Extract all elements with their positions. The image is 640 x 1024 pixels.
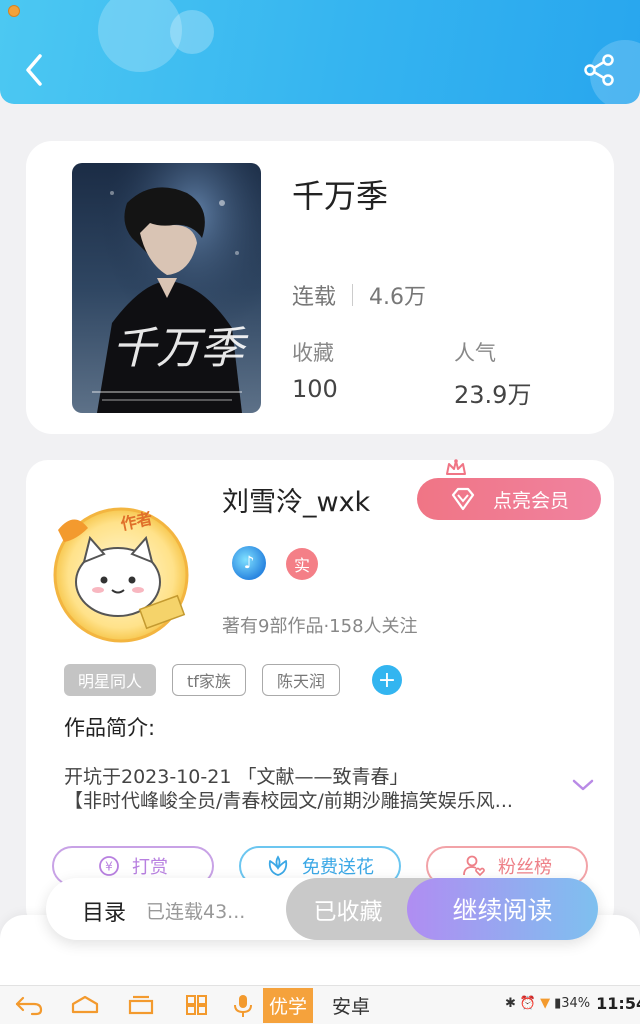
book-cover-image: 千万季 xyxy=(72,163,261,413)
favorites-label: 收藏 xyxy=(292,341,334,365)
real-name-badge: 实 xyxy=(286,548,318,580)
system-navigation-bar: 优学 安卓 ✱ ⏰ ▼ ▮ 34% 11:54 xyxy=(0,985,640,1024)
back-button[interactable] xyxy=(18,50,54,90)
share-icon xyxy=(584,54,614,86)
alarm-icon: ⏰ xyxy=(519,996,537,1011)
popularity-value: 23.9万 xyxy=(454,381,532,409)
notification-dot-icon xyxy=(8,5,20,17)
serial-status: 连载 xyxy=(292,285,337,310)
author-stats: 著有9部作品·158人关注 xyxy=(222,616,418,637)
author-name[interactable]: 刘雪泠_wxk xyxy=(222,480,370,519)
back-arrow-icon[interactable] xyxy=(14,994,44,1016)
add-tag-button[interactable]: + xyxy=(371,665,402,695)
collected-label: 已收藏 xyxy=(313,899,383,925)
tag-item[interactable]: 陈天润 xyxy=(261,664,340,696)
light-up-vip-button[interactable]: 点亮会员 xyxy=(417,478,601,520)
tag-item[interactable]: 明星同人 xyxy=(64,664,157,696)
battery-level: 34% xyxy=(561,996,591,1011)
divider xyxy=(352,284,354,306)
book-title: 千万季 xyxy=(292,177,389,215)
battery-icon: ▮ xyxy=(554,996,562,1011)
author-card: 作者 刘雪泠_wxk 点亮会员 ♪ 实 著有9部作品·158人关注 明星同人 t… xyxy=(26,459,614,930)
wifi-icon: ▼ xyxy=(540,996,551,1011)
continue-reading-label: 继续阅读 xyxy=(452,896,553,925)
reading-action-bar: 目录 已连载43... 已收藏 继续阅读 xyxy=(46,878,598,940)
word-count: 4.6万 xyxy=(369,285,427,310)
user-heart-icon xyxy=(462,854,486,878)
flower-icon xyxy=(266,854,290,878)
home-icon[interactable] xyxy=(70,994,100,1016)
book-cover[interactable]: 千万季 xyxy=(72,163,261,413)
toc-status[interactable]: 已连载43... xyxy=(146,897,245,924)
vip-button-label: 点亮会员 xyxy=(492,489,569,512)
tip-label: 打赏 xyxy=(132,857,168,878)
share-button[interactable] xyxy=(580,52,620,88)
cover-title-art: 千万季 xyxy=(112,323,249,374)
tag-list: 明星同人 tf家族 陈天润 + xyxy=(64,664,402,696)
top-header xyxy=(0,0,640,104)
continue-reading-button[interactable]: 继续阅读 xyxy=(407,878,598,940)
tab-youxue[interactable]: 优学 xyxy=(263,988,314,1023)
chevron-left-icon xyxy=(26,54,42,86)
tag-item[interactable]: tf家族 xyxy=(172,664,246,696)
diamond-icon xyxy=(451,487,475,511)
intro-label: 作品简介: xyxy=(64,716,156,740)
status-indicators: ✱ ⏰ ▼ ▮ 34% 11:54 xyxy=(505,994,640,1013)
crown-icon xyxy=(446,459,466,475)
author-avatar[interactable]: 作者 xyxy=(46,500,196,650)
avatar-image: 作者 xyxy=(53,507,189,643)
intro-text-line: 【非时代峰峻全员/青春校园文/前期沙雕搞笑娱乐风... xyxy=(64,790,513,812)
yen-coin-icon: ¥ xyxy=(98,855,120,877)
popularity-label: 人气 xyxy=(454,341,496,365)
grid-icon[interactable] xyxy=(184,994,210,1016)
tab-android[interactable]: 安卓 xyxy=(326,988,376,1023)
fans-label: 粉丝榜 xyxy=(498,857,552,878)
intro-text-line: 开坑于2023-10-21 「文献——致青春」 xyxy=(64,766,409,788)
bluetooth-icon: ✱ xyxy=(505,996,516,1011)
book-status-row: 连载 4.6万 xyxy=(292,279,426,311)
clock-time: 11:54 xyxy=(596,994,640,1013)
toc-button[interactable]: 目录 xyxy=(82,895,126,927)
flower-label: 免费送花 xyxy=(302,857,374,878)
svg-text:¥: ¥ xyxy=(105,860,113,874)
recent-apps-icon[interactable] xyxy=(126,994,156,1016)
header-bubble xyxy=(170,10,214,54)
book-info-card: 千万季 千万季 连载 4.6万 收藏 100 人气 23.9万 xyxy=(26,141,614,434)
music-badge-icon: ♪ xyxy=(232,546,266,580)
microphone-icon[interactable] xyxy=(232,994,254,1018)
chevron-down-icon[interactable] xyxy=(570,776,596,794)
favorites-value: 100 xyxy=(292,375,338,403)
